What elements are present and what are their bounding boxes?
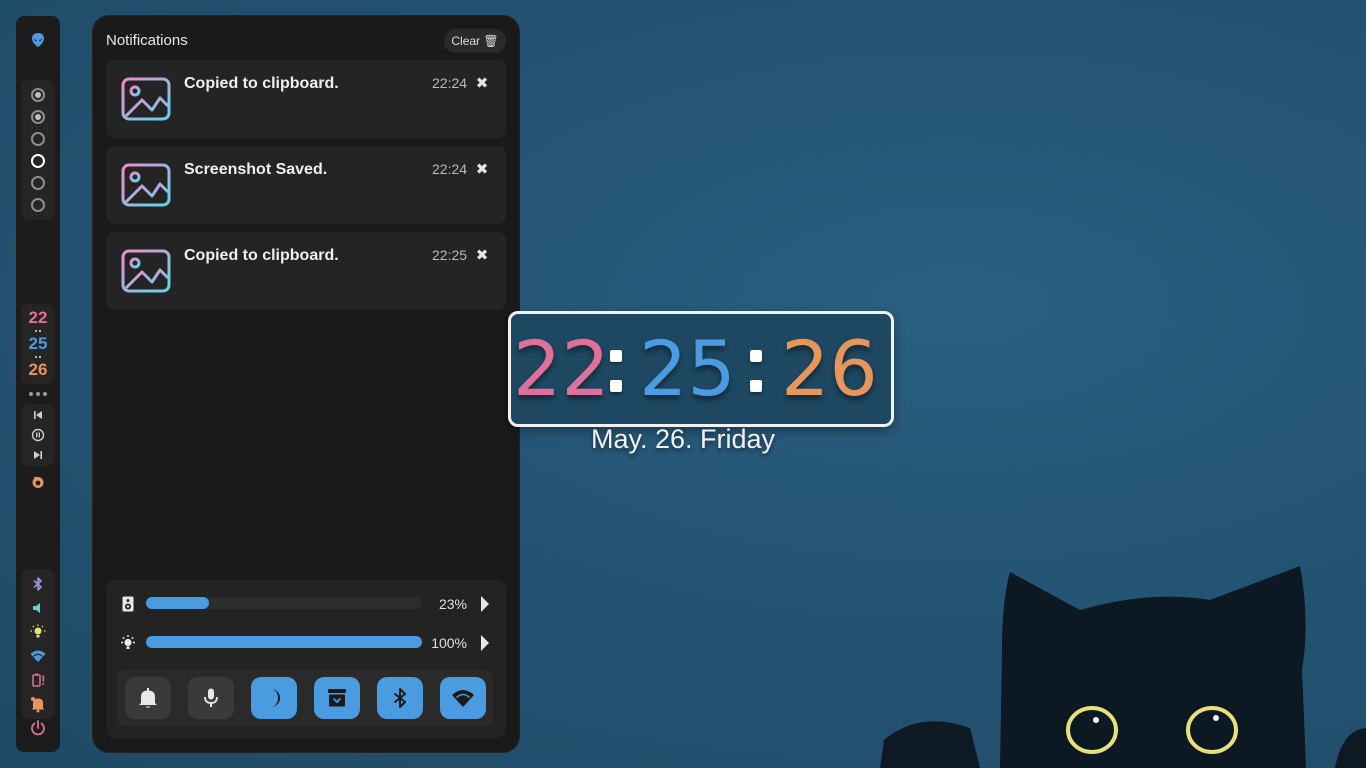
brightness-percent: 100%	[431, 635, 467, 651]
desktop-clock: 22 25 26	[508, 311, 894, 427]
wifi-icon[interactable]	[29, 647, 47, 665]
image-icon	[121, 163, 171, 207]
panel-title: Notifications	[106, 32, 188, 49]
power-icon[interactable]	[29, 719, 47, 737]
workspace-1[interactable]	[31, 88, 45, 102]
wifi-toggle[interactable]	[440, 677, 486, 719]
wifi-icon	[452, 690, 474, 707]
notification-text: Copied to clipboard.	[184, 247, 339, 264]
notification-center: Notifications Clear 🗑 Copied to clipboar…	[93, 16, 519, 752]
workspace-2[interactable]	[31, 110, 45, 124]
bluetooth-toggle[interactable]	[377, 677, 423, 719]
notification-time: 22:24	[432, 161, 468, 177]
workspace-5[interactable]	[31, 176, 45, 190]
bluetooth-icon	[393, 688, 406, 708]
alien-icon[interactable]	[30, 32, 46, 48]
toggle-row	[117, 670, 493, 726]
volume-slider[interactable]	[146, 597, 422, 609]
archive-icon	[328, 689, 346, 707]
night-mode-toggle[interactable]	[251, 677, 297, 719]
speaker-icon	[122, 596, 134, 612]
status-tray	[21, 569, 55, 719]
close-icon[interactable]: ✖	[474, 76, 490, 92]
bluetooth-icon[interactable]	[29, 575, 47, 593]
bell-icon	[139, 688, 157, 708]
image-icon	[121, 77, 171, 121]
clock-date: May. 26. Friday	[590, 424, 776, 454]
brightness-icon[interactable]	[29, 623, 47, 641]
archive-toggle[interactable]	[314, 677, 360, 719]
workspace-3[interactable]	[31, 132, 45, 146]
previous-icon[interactable]	[31, 408, 45, 422]
side-bar: 22 25 26	[16, 16, 60, 752]
notification-bell-icon[interactable]	[29, 695, 47, 713]
volume-percent: 23%	[438, 596, 467, 612]
workspace-switcher	[21, 80, 55, 220]
brightness-fill	[146, 636, 422, 648]
bar-clock-hours: 22	[28, 308, 48, 327]
clear-button[interactable]: Clear 🗑	[444, 29, 506, 53]
notification-item[interactable]: Screenshot Saved. 22:24 ✖	[106, 146, 506, 224]
notifications-toggle[interactable]	[125, 677, 171, 719]
next-icon[interactable]	[31, 448, 45, 462]
brightness-slider[interactable]	[146, 636, 422, 648]
bar-clock-minutes: 25	[28, 334, 48, 353]
volume-icon[interactable]	[29, 599, 47, 617]
pause-icon[interactable]	[31, 428, 45, 442]
microphone-toggle[interactable]	[188, 677, 234, 719]
notification-item[interactable]: Copied to clipboard. 22:24 ✖	[106, 60, 506, 138]
clock-minutes: 25	[639, 324, 736, 413]
more-dots-icon[interactable]	[29, 392, 49, 398]
close-icon[interactable]: ✖	[474, 248, 490, 264]
moon-icon	[271, 689, 281, 707]
bar-clock-separator	[35, 356, 41, 359]
notification-time: 22:24	[432, 75, 468, 91]
notification-item[interactable]: Copied to clipboard. 22:25 ✖	[106, 232, 506, 310]
quick-settings: 23% 100%	[106, 580, 506, 738]
clock-seconds: 26	[781, 324, 878, 413]
bar-clock-seconds: 26	[28, 360, 48, 379]
volume-expand-arrow[interactable]	[481, 596, 489, 612]
bar-clock[interactable]: 22 25 26	[21, 304, 55, 384]
microphone-icon	[204, 688, 218, 707]
media-controls	[21, 404, 55, 466]
notification-text: Copied to clipboard.	[184, 75, 339, 92]
close-icon[interactable]: ✖	[474, 162, 490, 178]
image-icon	[121, 249, 171, 293]
brightness-expand-arrow[interactable]	[481, 635, 489, 651]
clock-colon	[610, 350, 622, 392]
bar-clock-separator	[35, 330, 41, 333]
notification-text: Screenshot Saved.	[184, 161, 328, 178]
firefox-icon[interactable]	[31, 475, 45, 489]
clock-hours: 22	[513, 324, 610, 413]
notification-time: 22:25	[432, 247, 468, 263]
brightness-icon	[121, 635, 135, 649]
volume-fill	[146, 597, 210, 609]
battery-alert-icon[interactable]	[29, 671, 47, 689]
clock-colon	[750, 350, 762, 392]
cat-wallpaper	[880, 566, 1366, 768]
workspace-6[interactable]	[31, 198, 45, 212]
workspace-4[interactable]	[31, 154, 45, 168]
